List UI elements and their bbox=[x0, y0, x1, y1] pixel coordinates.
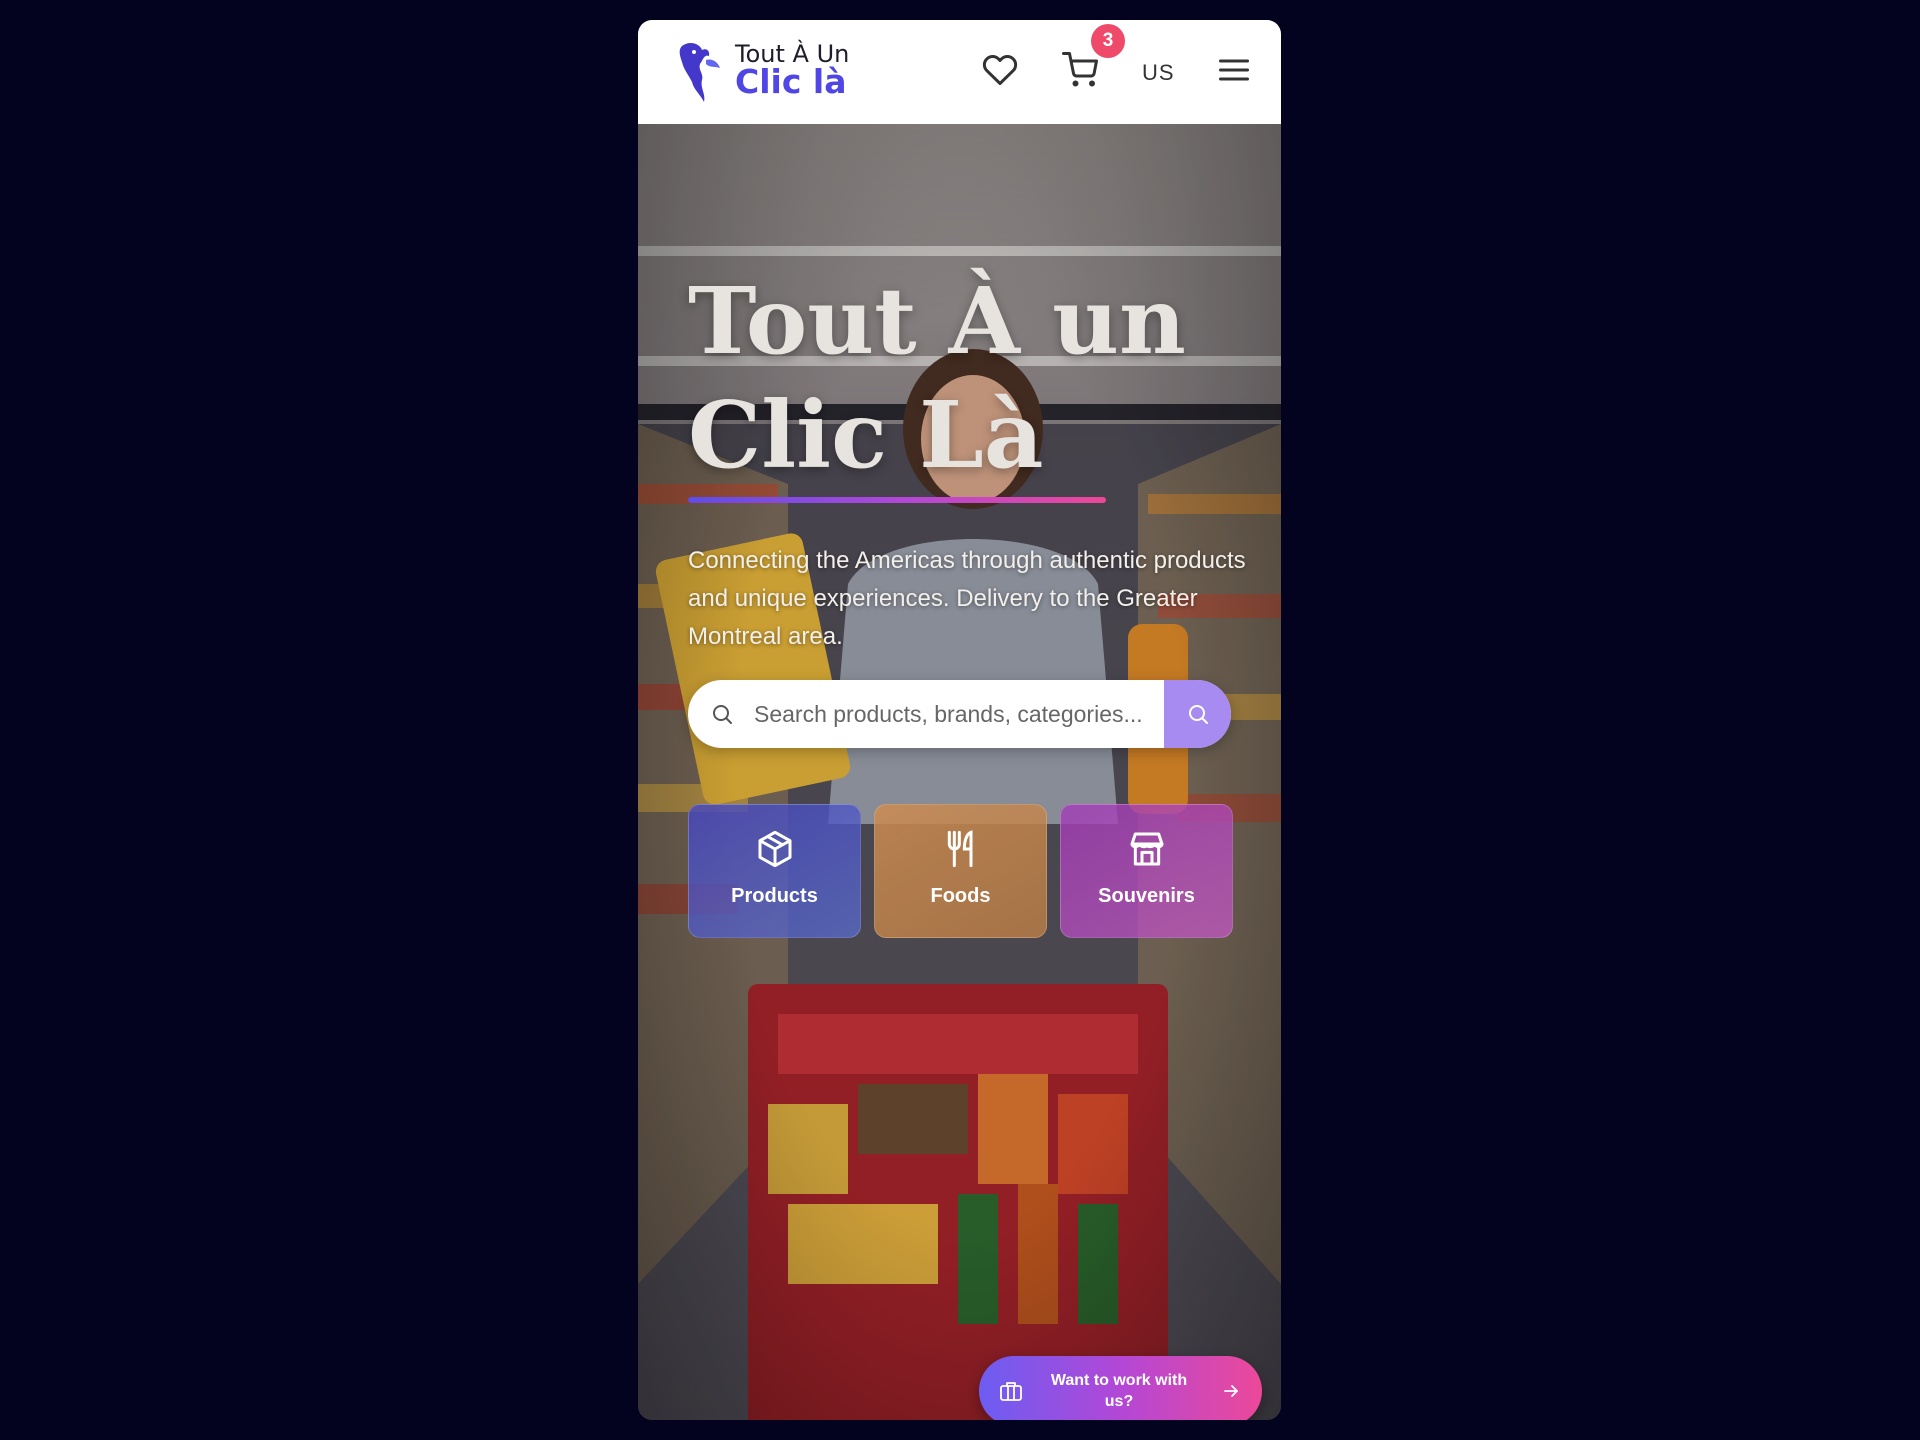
heart-icon[interactable] bbox=[982, 52, 1018, 88]
logo-americas-bird-icon[interactable] bbox=[676, 38, 726, 104]
menu-icon[interactable] bbox=[1216, 52, 1252, 88]
category-souvenirs-button[interactable]: Souvenirs bbox=[1060, 804, 1233, 938]
work-with-us-label: Want to work with us? bbox=[1050, 1372, 1188, 1410]
search-button[interactable] bbox=[1164, 680, 1231, 748]
category-foods-button[interactable]: Foods bbox=[874, 804, 1047, 938]
category-label: Foods bbox=[930, 885, 991, 907]
site-header: Tout À Un Clic là 3 US bbox=[638, 20, 1281, 124]
search-bar bbox=[688, 680, 1231, 748]
hero-section: Tout À un Clic Là Connecting the America… bbox=[638, 124, 1281, 1420]
store-icon bbox=[1130, 832, 1164, 866]
work-with-us-button[interactable]: Want to work with us? bbox=[979, 1356, 1262, 1420]
search-input[interactable] bbox=[754, 680, 1162, 748]
arrow-right-icon bbox=[1224, 1385, 1238, 1397]
category-label: Souvenirs bbox=[1098, 885, 1195, 907]
category-label: Products bbox=[731, 885, 818, 907]
logo-text-bottom[interactable]: Clic là bbox=[735, 62, 846, 101]
mobile-viewport: Tout À Un Clic là 3 US Tout À un Clic Là… bbox=[638, 20, 1281, 1420]
hero-title: Tout À un Clic Là bbox=[688, 267, 1186, 489]
region-selector[interactable]: US bbox=[1142, 60, 1175, 86]
search-icon bbox=[1188, 705, 1208, 724]
hero-subtitle: Connecting the Americas through authenti… bbox=[688, 547, 1246, 650]
category-products-button[interactable]: Products bbox=[688, 804, 861, 938]
briefcase-icon bbox=[1000, 1382, 1022, 1401]
utensils-icon bbox=[947, 830, 973, 868]
cart-count-badge: 3 bbox=[1091, 24, 1125, 58]
cart-icon[interactable] bbox=[1062, 52, 1098, 88]
search-icon bbox=[713, 705, 732, 724]
box-icon bbox=[758, 830, 792, 868]
title-underline bbox=[688, 497, 1106, 503]
